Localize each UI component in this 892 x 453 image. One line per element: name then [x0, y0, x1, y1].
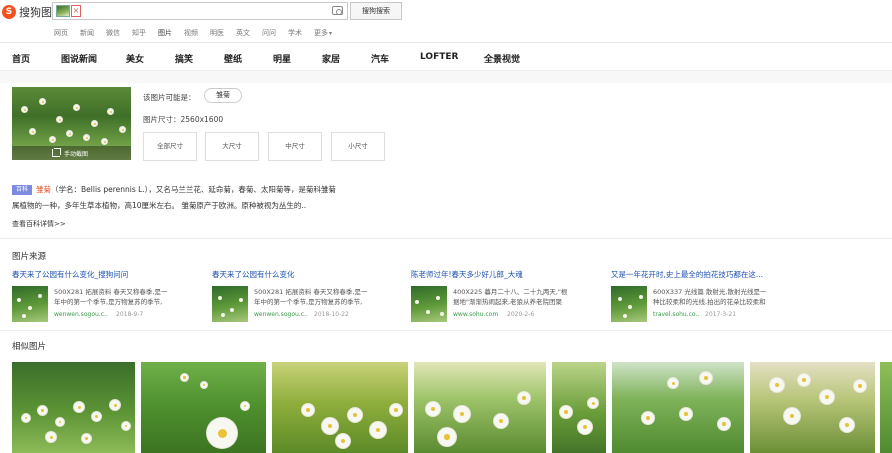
similar-image[interactable] — [552, 362, 606, 453]
search-input[interactable]: × — [52, 2, 348, 20]
divider — [0, 238, 892, 239]
source-thumbnail[interactable] — [212, 286, 248, 322]
source-desc-line: 600X337 光线篇 散射光,散射光线是一 — [653, 288, 767, 296]
baike-name-link[interactable]: 雏菊 — [36, 185, 51, 194]
category-picture-news[interactable]: 图说新闻 — [61, 52, 97, 65]
query-image-thumbnail — [56, 5, 70, 17]
spacer — [0, 71, 892, 83]
source-title-link[interactable]: 春天来了公园有什么变化 — [212, 269, 392, 280]
divider — [0, 330, 892, 331]
tab-web[interactable]: 网页 — [54, 28, 76, 38]
source-desc-line: 年中的第一个季节,是万物复苏的季节, — [54, 298, 163, 306]
category-home[interactable]: 首页 — [12, 52, 30, 65]
category-wallpaper[interactable]: 壁纸 — [224, 52, 242, 65]
baike-summary: 百科 雏菊（学名：Bellis perennis L.），又名马兰兰花、延命菊，春… — [12, 182, 872, 214]
sources-title: 图片来源 — [12, 252, 47, 262]
source-title-link[interactable]: 春天来了公园有什么变化_搜狗问问 — [12, 269, 192, 280]
source-site[interactable]: travel.sohu.co.. — [653, 311, 699, 318]
source-date: 2020-2-6 — [507, 311, 535, 318]
size-large-button[interactable]: 大尺寸 — [205, 132, 259, 161]
category-cars[interactable]: 汽车 — [371, 52, 389, 65]
source-date: 2017-3-21 — [705, 311, 737, 318]
vertical-tabs: 网页 新闻 微信 知乎 图片 视频 明医 英文 问问 学术 更多▾ — [54, 28, 340, 38]
source-site[interactable]: wenwen.sogou.c.. — [254, 311, 308, 318]
clear-query-button[interactable]: × — [71, 5, 81, 17]
crop-icon — [52, 148, 61, 157]
similar-image[interactable] — [12, 362, 135, 453]
source-description: 500X281 拓展资料 春天又称春季,是一 年中的第一个季节,是万物复苏的季节… — [54, 287, 194, 307]
baike-line-2: 属植物的一种，多年生草本植物，高10厘米左右。 雏菊原产于欧洲。原种被视为丛生的… — [12, 201, 307, 210]
category-celebrity[interactable]: 明星 — [273, 52, 291, 65]
category-home-decor[interactable]: 家居 — [322, 52, 340, 65]
source-thumbnail[interactable] — [611, 286, 647, 322]
source-site[interactable]: www.sohu.com — [453, 311, 498, 318]
query-image-preview[interactable]: 手动截图 — [12, 87, 131, 160]
maybe-label: 该图片可能是： — [143, 93, 196, 102]
source-title-link[interactable]: 陈老师过年!春天多少好儿郎_大魂 — [411, 269, 591, 280]
source-desc-line: 据地"渐渐热闹起来,老狼从养老院团聚 — [453, 298, 563, 306]
source-desc-line: 年中的第一个季节,是万物复苏的季节, — [254, 298, 363, 306]
image-size-label: 图片尺寸：2560x1600 — [143, 115, 224, 124]
source-thumbnail[interactable] — [12, 286, 48, 322]
size-medium-button[interactable]: 中尺寸 — [268, 132, 322, 161]
camera-icon[interactable] — [332, 6, 343, 15]
source-description: 600X337 光线篇 散射光,散射光线是一 种比较柔和的光线,拍出的花朵比较柔… — [653, 287, 793, 307]
similar-image[interactable] — [272, 362, 408, 453]
crop-label: 手动截图 — [64, 151, 89, 158]
size-small-button[interactable]: 小尺寸 — [331, 132, 385, 161]
source-description: 400X225 暮月二十八、二十九两天,"根 据地"渐渐热闹起来,老狼从养老院团… — [453, 287, 593, 307]
similar-image[interactable] — [414, 362, 546, 453]
source-card: 春天来了公园有什么变化_搜狗问问 500X281 拓展资料 春天又称春季,是一 … — [12, 269, 202, 329]
baike-line-1: 百科 雏菊（学名：Bellis perennis L.），又名马兰兰花、延命菊，春… — [12, 182, 872, 198]
source-description: 500X281 拓展资料 春天又称春季,是一 年中的第一个季节,是万物复苏的季节… — [254, 287, 394, 307]
baike-badge: 百科 — [12, 185, 33, 195]
tab-scholar[interactable]: 学术 — [288, 28, 310, 38]
source-desc-line: 种比较柔和的光线,拍出的花朵比较柔和 — [653, 298, 766, 306]
source-card: 春天来了公园有什么变化 500X281 拓展资料 春天又称春季,是一 年中的第一… — [212, 269, 402, 329]
baike-more-link[interactable]: 查看百科详情>> — [12, 219, 66, 229]
baike-line1-text: （学名：Bellis perennis L.），又名马兰兰花、延命菊，春菊、太阳… — [51, 185, 336, 194]
source-desc-line: 500X281 拓展资料 春天又称春季,是一 — [54, 288, 168, 296]
similar-image[interactable] — [612, 362, 744, 453]
tab-wenwen[interactable]: 问问 — [262, 28, 284, 38]
source-desc-line: 400X225 暮月二十八、二十九两天,"根 — [453, 288, 568, 296]
category-nav: 首页 图说新闻 美女 搞笑 壁纸 明星 家居 汽车 LOFTER 全景视觉 — [0, 43, 892, 71]
sogou-logo-icon: S — [2, 5, 16, 19]
search-button[interactable]: 搜狗搜索 — [350, 2, 402, 20]
source-thumbnail[interactable] — [411, 286, 447, 322]
size-all-button[interactable]: 全部尺寸 — [143, 132, 197, 161]
category-funny[interactable]: 搞笑 — [175, 52, 193, 65]
source-site[interactable]: wenwen.sogou.c.. — [54, 311, 108, 318]
category-lofter[interactable]: LOFTER — [420, 52, 458, 62]
similar-image[interactable] — [750, 362, 875, 453]
category-beauty[interactable]: 美女 — [126, 52, 144, 65]
chevron-down-icon: ▾ — [329, 30, 333, 37]
source-desc-line: 500X281 拓展资料 春天又称春季,是一 — [254, 288, 368, 296]
crop-bar[interactable]: 手动截图 — [12, 146, 131, 160]
source-card: 又是一年花开时,史上最全的拍花技巧都在这... 600X337 光线篇 散射光,… — [611, 269, 801, 329]
source-date: 2018-10-22 — [314, 311, 349, 318]
tab-zhihu[interactable]: 知乎 — [132, 28, 154, 38]
tab-english[interactable]: 英文 — [236, 28, 258, 38]
tab-images[interactable]: 图片 — [158, 28, 180, 38]
tab-weixin[interactable]: 微信 — [106, 28, 128, 38]
similar-image[interactable] — [880, 362, 892, 453]
tab-mingyi[interactable]: 明医 — [210, 28, 232, 38]
top-bar: S 搜狗图片 × 搜狗搜索 — [0, 0, 892, 24]
similar-title: 相似图片 — [12, 342, 47, 352]
source-date: 2018-9-7 — [116, 311, 144, 318]
category-panorama[interactable]: 全景视觉 — [484, 52, 520, 65]
similar-image[interactable] — [141, 362, 266, 453]
tab-news[interactable]: 新闻 — [80, 28, 102, 38]
source-card: 陈老师过年!春天多少好儿郎_大魂 400X225 暮月二十八、二十九两天,"根 … — [411, 269, 601, 329]
tab-more-label: 更多 — [314, 29, 328, 37]
tab-video[interactable]: 视频 — [184, 28, 206, 38]
maybe-tag-daisy[interactable]: 雏菊 — [204, 88, 242, 103]
tab-more[interactable]: 更多▾ — [314, 28, 336, 38]
source-title-link[interactable]: 又是一年花开时,史上最全的拍花技巧都在这... — [611, 269, 791, 280]
